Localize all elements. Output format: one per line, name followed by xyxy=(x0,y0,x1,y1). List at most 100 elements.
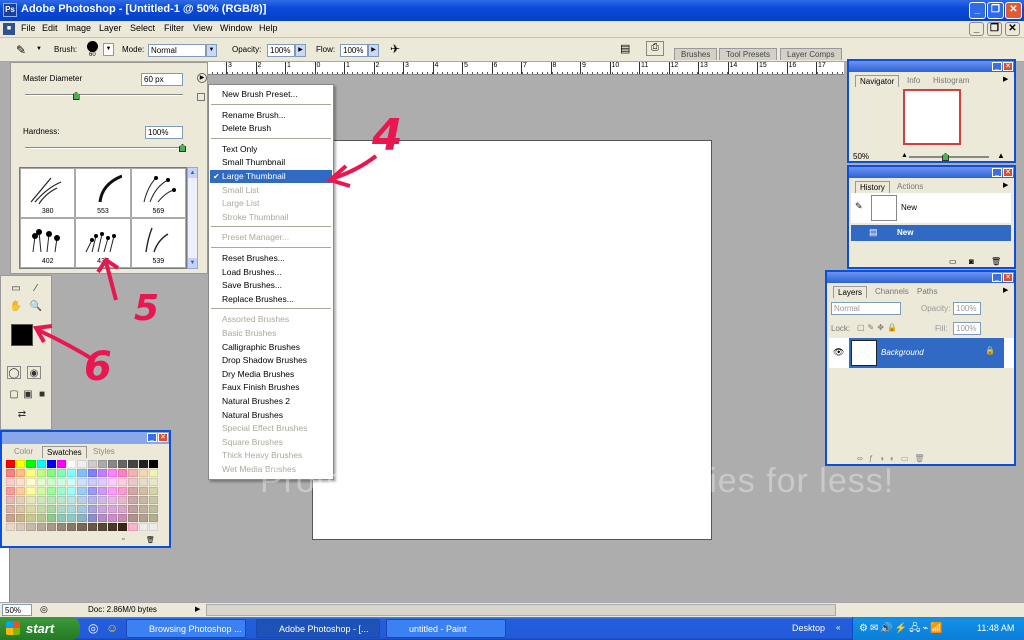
horizontal-scrollbar[interactable] xyxy=(206,604,836,616)
menu-item-faux-finish-brushes[interactable]: Faux Finish Brushes xyxy=(210,381,332,394)
palette-close-icon[interactable]: ✕ xyxy=(1003,168,1013,177)
swatch[interactable] xyxy=(16,487,26,495)
hardness-slider-track[interactable] xyxy=(25,147,183,149)
palette-title-bar[interactable] xyxy=(849,167,1014,178)
swatch[interactable] xyxy=(16,514,26,522)
swatch[interactable] xyxy=(77,460,87,468)
swatch[interactable] xyxy=(97,496,107,504)
swatch[interactable] xyxy=(87,487,97,495)
swatch[interactable] xyxy=(26,487,36,495)
swatch[interactable] xyxy=(148,460,158,468)
taskbar-item-browser[interactable]: Browsing Photoshop ... xyxy=(126,619,246,638)
swatch[interactable] xyxy=(46,523,56,531)
start-button[interactable]: start xyxy=(0,617,80,640)
status-menu-arrow-icon[interactable]: ▶ xyxy=(195,605,200,613)
notes-tool-icon[interactable]: ▭ xyxy=(9,282,23,295)
swatch[interactable] xyxy=(6,478,16,486)
swatch[interactable] xyxy=(56,496,67,504)
brush-thumbnail[interactable]: 553 xyxy=(75,168,131,218)
screen-mode-black-icon[interactable]: ■ xyxy=(35,388,49,401)
delete-swatch-icon[interactable]: 🗑 xyxy=(146,536,155,544)
swatch[interactable] xyxy=(138,496,148,504)
menu-item-dry-media-brushes[interactable]: Dry Media Brushes xyxy=(210,368,332,381)
swatch[interactable] xyxy=(128,514,138,522)
brush-picker-arrow[interactable]: ▼ xyxy=(103,43,114,56)
menu-item-reset-brushes[interactable]: Reset Brushes... xyxy=(210,252,332,265)
swatch[interactable] xyxy=(138,505,148,513)
swatch[interactable] xyxy=(128,487,138,495)
restore-button[interactable]: ❐ xyxy=(987,2,1004,19)
swatch[interactable] xyxy=(67,505,77,513)
tab-histogram[interactable]: Histogram xyxy=(929,75,973,86)
master-diameter-field[interactable]: 60 px xyxy=(141,73,183,86)
swatch[interactable] xyxy=(148,505,158,513)
brush-thumbnail[interactable]: 380 xyxy=(20,168,76,218)
swatch[interactable] xyxy=(77,469,87,477)
swatch[interactable] xyxy=(87,469,97,477)
menu-item-natural-brushes[interactable]: Natural Brushes xyxy=(210,409,332,422)
tab-layers[interactable]: Layers xyxy=(833,286,868,298)
scroll-down-icon[interactable]: ▼ xyxy=(188,258,197,268)
blend-mode-select[interactable]: Normal xyxy=(831,302,901,315)
swatch[interactable] xyxy=(67,478,77,486)
menu-edit[interactable]: Edit xyxy=(42,23,58,33)
swatch[interactable] xyxy=(67,487,77,495)
swatch[interactable] xyxy=(148,469,158,477)
swatch[interactable] xyxy=(6,469,16,477)
swatch[interactable] xyxy=(36,496,46,504)
navigator-preview[interactable] xyxy=(903,89,961,145)
swatch[interactable] xyxy=(107,478,118,486)
swatch[interactable] xyxy=(148,478,158,486)
swatch[interactable] xyxy=(97,505,107,513)
master-diameter-slider-track[interactable] xyxy=(25,94,183,96)
swatch[interactable] xyxy=(97,469,107,477)
swatch[interactable] xyxy=(67,514,77,522)
palette-close-icon[interactable]: ✕ xyxy=(1003,273,1013,282)
swatch[interactable] xyxy=(97,478,107,486)
swatch[interactable] xyxy=(67,469,77,477)
lock-icons[interactable]: ▢✎✥🔒 xyxy=(857,323,900,332)
swatch[interactable] xyxy=(107,487,118,495)
layer-footer-icons[interactable]: ∞ƒ◑◐▭🗑 xyxy=(857,454,931,463)
tab-navigator[interactable]: Navigator xyxy=(855,75,900,87)
file-browser-icon[interactable]: ▤ xyxy=(620,42,630,55)
swatch[interactable] xyxy=(118,478,128,486)
history-brush-source-icon[interactable]: ✎ xyxy=(855,201,863,212)
swatch[interactable] xyxy=(77,505,87,513)
menu-item-calligraphic-brushes[interactable]: Calligraphic Brushes xyxy=(210,341,332,354)
doc-close-button[interactable]: ✕ xyxy=(1005,22,1020,36)
swatch[interactable] xyxy=(107,469,118,477)
palette-minimize-icon[interactable]: _ xyxy=(992,62,1002,71)
swatch[interactable] xyxy=(16,523,26,531)
opacity-field[interactable]: 100% xyxy=(267,44,295,57)
swatch[interactable] xyxy=(77,523,87,531)
palette-well-icon[interactable]: ⎙ xyxy=(646,41,664,56)
document-canvas[interactable] xyxy=(312,140,712,540)
document-icon[interactable]: ■ xyxy=(3,23,15,35)
swatch[interactable] xyxy=(128,469,138,477)
tray-icons[interactable]: ⚙✉🔊⚡🖧⌁📶 xyxy=(859,621,945,638)
menu-view[interactable]: View xyxy=(193,23,212,33)
swatch[interactable] xyxy=(118,469,128,477)
eyedropper-tool-icon[interactable]: ⁄ xyxy=(29,282,43,295)
menu-item-large-thumbnail[interactable]: ✔ Large Thumbnail xyxy=(210,170,332,183)
menu-item-replace-brushes[interactable]: Replace Brushes... xyxy=(210,293,332,306)
swatch[interactable] xyxy=(6,487,16,495)
swatch[interactable] xyxy=(118,523,128,531)
menu-window[interactable]: Window xyxy=(220,23,252,33)
palette-title-bar[interactable] xyxy=(2,432,169,444)
swatch[interactable] xyxy=(36,487,46,495)
well-tab-layer-comps[interactable]: Layer Comps xyxy=(780,48,842,60)
swatch[interactable] xyxy=(87,523,97,531)
hardness-slider-knob[interactable] xyxy=(179,144,186,152)
desktop-expand-icon[interactable]: « xyxy=(836,623,840,632)
swatch[interactable] xyxy=(118,496,128,504)
new-swatch-icon[interactable]: ▫ xyxy=(122,536,124,543)
taskbar-item-paint[interactable]: untitled - Paint xyxy=(386,619,506,638)
tab-history[interactable]: History xyxy=(855,181,890,193)
brush-thumbnail[interactable]: 569 xyxy=(130,168,186,218)
swatch[interactable] xyxy=(87,496,97,504)
fill-field[interactable]: 100% xyxy=(953,322,981,335)
palette-close-icon[interactable]: ✕ xyxy=(158,433,168,442)
new-document-icon[interactable]: ▭ xyxy=(949,257,957,266)
